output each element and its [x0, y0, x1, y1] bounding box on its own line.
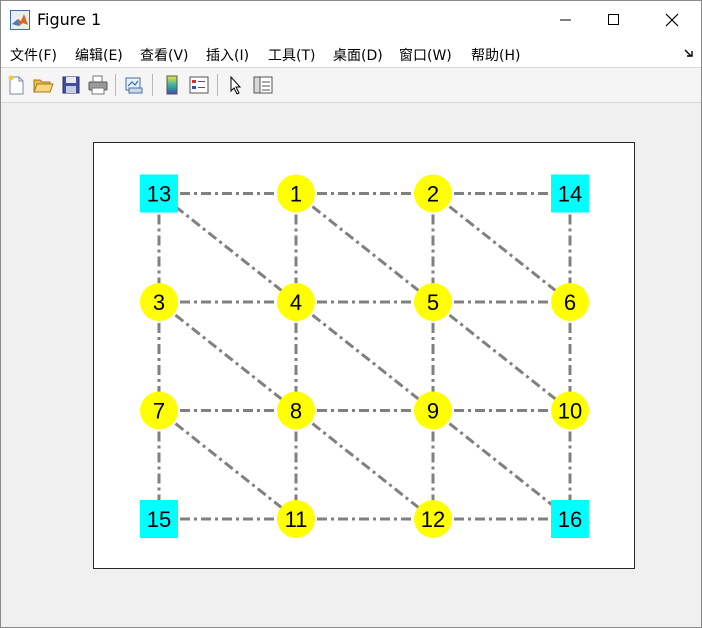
- menu-window[interactable]: 窗口(W): [399, 45, 452, 65]
- menu-insert[interactable]: 插入(I): [206, 45, 249, 65]
- graph-node-label-11: 11: [285, 507, 308, 532]
- graph-node-label-3: 3: [153, 290, 165, 315]
- graph-node-label-12: 12: [421, 507, 445, 532]
- close-button[interactable]: [649, 1, 695, 39]
- graph-node-label-6: 6: [564, 290, 576, 315]
- graph-plot: 1 23 4 5 67 8 9 1011 1213 1415 16: [140, 174, 589, 538]
- menu-file[interactable]: 文件(F): [10, 45, 57, 65]
- graph-node-label-5: 5: [427, 290, 439, 315]
- graph-node-label-2: 2: [427, 182, 439, 207]
- graph-edge-3-8: [158, 300, 297, 412]
- menu-tools[interactable]: 工具(T): [268, 45, 315, 65]
- plot-axes[interactable]: 1 2 3 4 5 6 7 8 9 10 11 12 13 14 15 16: [93, 142, 635, 569]
- graph-edge-5-10: [432, 300, 571, 412]
- open-file-icon[interactable]: [32, 74, 54, 96]
- minimize-button[interactable]: [543, 1, 589, 39]
- toolbar-separator: [217, 74, 218, 96]
- dock-arrow-icon[interactable]: [683, 47, 695, 59]
- property-inspector-icon[interactable]: [252, 74, 274, 96]
- graph-node-label-10: 10: [558, 399, 582, 424]
- legend-icon[interactable]: [188, 74, 210, 96]
- maximize-button[interactable]: [591, 1, 637, 39]
- print-icon[interactable]: [87, 74, 109, 96]
- graph-node-label-1: 1: [290, 182, 302, 207]
- graph-edge-13-4: [158, 192, 297, 304]
- graph-node-label-9: 9: [427, 399, 439, 424]
- menu-edit[interactable]: 编辑(E): [75, 45, 123, 65]
- graph-edge-4-9: [295, 300, 434, 412]
- graph-edge-2-6: [432, 192, 571, 304]
- matlab-logo-icon: [10, 10, 30, 30]
- graph-node-label-15: 15: [147, 507, 171, 532]
- graph-edge-1-5: [295, 192, 434, 304]
- save-icon[interactable]: [60, 74, 82, 96]
- graph-edge-7-11: [158, 409, 297, 521]
- close-icon: [665, 13, 679, 27]
- graph-node-label-4: 4: [290, 290, 302, 315]
- title-bar[interactable]: Figure 1: [1, 1, 701, 39]
- window-title: Figure 1: [37, 10, 102, 29]
- graph-node-label-13: 13: [147, 182, 171, 207]
- menu-help[interactable]: 帮助(H): [471, 45, 520, 65]
- maximize-icon: [608, 14, 619, 25]
- pointer-icon[interactable]: [225, 74, 247, 96]
- graph-edge-8-12: [295, 409, 434, 521]
- toolbar-separator: [115, 74, 116, 96]
- colorbar-icon[interactable]: [161, 74, 183, 96]
- figure-window: Figure 1 文件(F) 编辑(E) 查看(V) 插入(I) 工具(T) 桌…: [0, 0, 702, 628]
- menu-desktop[interactable]: 桌面(D): [333, 45, 383, 65]
- graph-node-label-16: 16: [558, 507, 582, 532]
- menu-view[interactable]: 查看(V): [140, 45, 189, 65]
- toolbar: [1, 67, 701, 103]
- link-plot-icon[interactable]: [123, 74, 145, 96]
- minimize-icon: [560, 19, 571, 21]
- menu-bar: 文件(F) 编辑(E) 查看(V) 插入(I) 工具(T) 桌面(D) 窗口(W…: [1, 39, 701, 67]
- graph-edge-9-16: [432, 409, 571, 521]
- graph-node-label-14: 14: [558, 182, 582, 207]
- toolbar-separator: [152, 74, 153, 96]
- new-figure-icon[interactable]: [5, 74, 27, 96]
- graph-node-label-7: 7: [153, 399, 165, 424]
- graph-node-label-8: 8: [290, 399, 302, 424]
